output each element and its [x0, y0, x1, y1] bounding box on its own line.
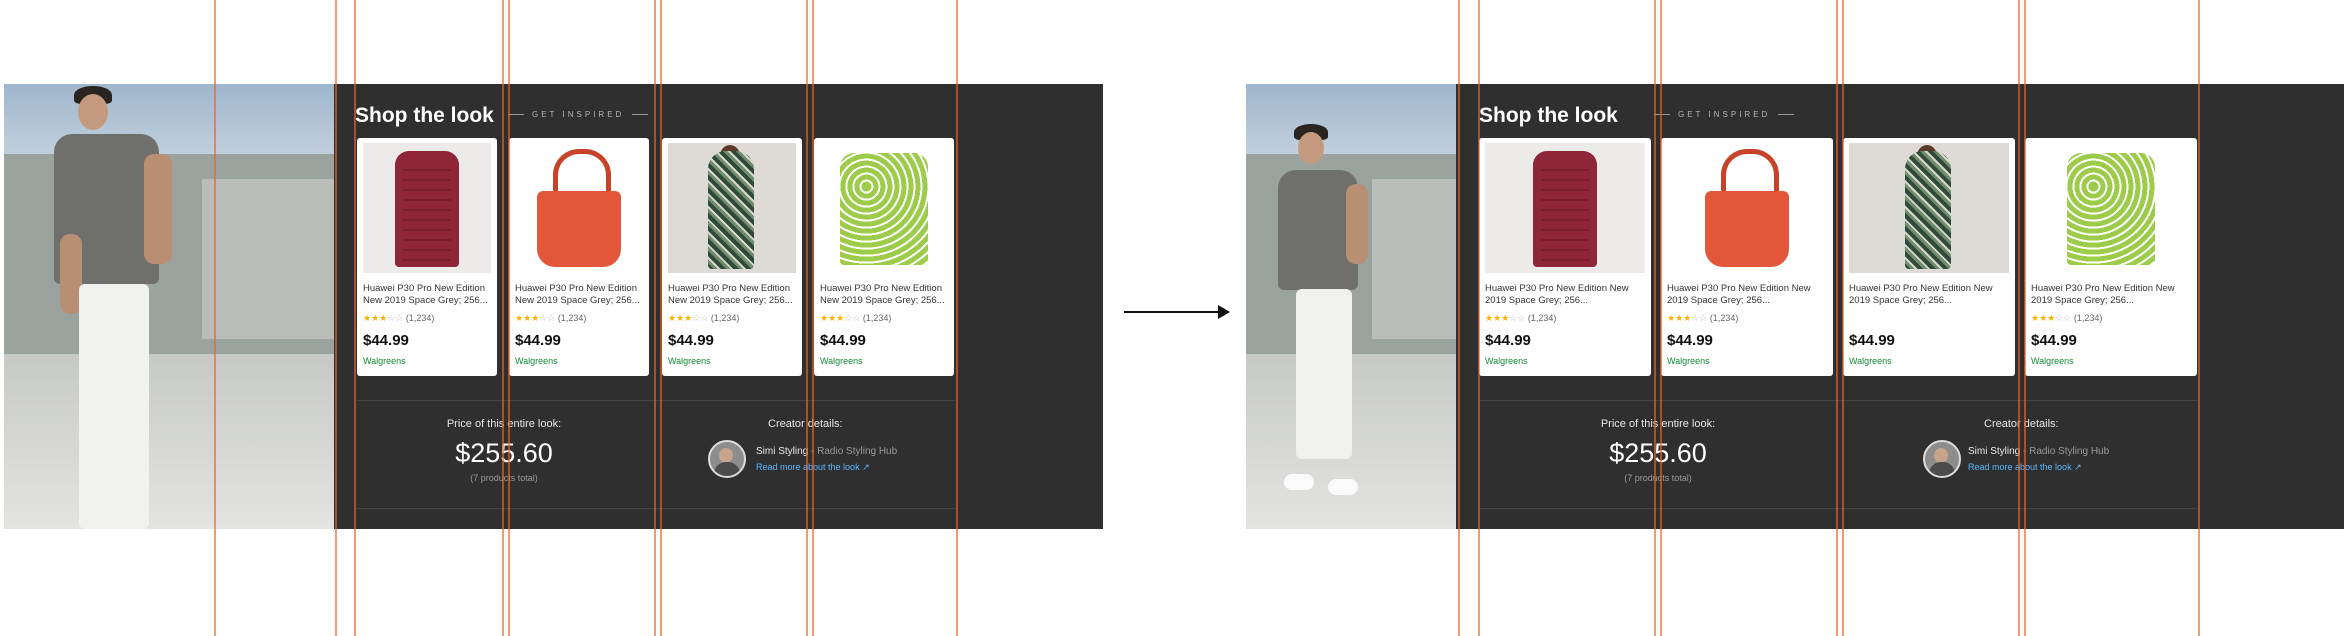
total-price: $255.60 — [1609, 438, 1707, 468]
total-price: $255.60 — [404, 438, 604, 469]
layout-guide-line — [214, 0, 216, 636]
product-card[interactable]: Huawei P30 Pro New Edition New 2019 Spac… — [814, 138, 954, 376]
section-title: Shop the look — [1479, 104, 1618, 127]
rating: ★★★☆☆ (1,234) — [668, 313, 740, 323]
rating: ★★★☆☆ (1,234) — [1485, 313, 1557, 323]
product-card[interactable]: Huawei P30 Pro New Edition New 2019 Spac… — [662, 138, 802, 376]
layout-guide-line — [2198, 0, 2200, 636]
tagline: GET INSPIRED — [1654, 110, 1802, 119]
rating: ★★★☆☆ (1,234) — [2031, 313, 2103, 323]
layout-guide-line — [654, 0, 656, 636]
product-image — [1849, 143, 2009, 273]
shop-the-look-panel-after: Shop the look GET INSPIRED Huawei P30 Pr… — [1246, 84, 2344, 529]
product-card[interactable]: Huawei P30 Pro New Edition New 2019 Spac… — [357, 138, 497, 376]
layout-guide-line — [1458, 0, 1460, 636]
product-card[interactable]: Huawei P30 Pro New Edition New 2019 Spac… — [509, 138, 649, 376]
product-price: $44.99 — [1849, 332, 1895, 349]
product-description: Huawei P30 Pro New Edition New 2019 Spac… — [1849, 283, 1993, 306]
layout-guide-line — [502, 0, 504, 636]
product-price: $44.99 — [1667, 332, 1713, 349]
store-link[interactable]: Walgreens — [2031, 356, 2074, 366]
product-price: $44.99 — [1485, 332, 1531, 349]
product-card[interactable]: Huawei P30 Pro New Edition New 2019 Spac… — [1661, 138, 1833, 376]
product-price: $44.99 — [515, 332, 561, 349]
arrow-icon — [1124, 311, 1220, 313]
external-link-icon: ↗ — [2074, 462, 2082, 472]
hero-photo — [4, 84, 334, 529]
store-link[interactable]: Walgreens — [1849, 356, 1892, 366]
creator-name: Simi Styling - Radio Styling Hub — [1968, 446, 2110, 457]
creator-name: Simi Styling - Radio Styling Hub — [756, 446, 898, 457]
store-link[interactable]: Walgreens — [1485, 356, 1528, 366]
store-link[interactable]: Walgreens — [1667, 356, 1710, 366]
product-card[interactable]: Huawei P30 Pro New Edition New 2019 Spac… — [1479, 138, 1651, 376]
product-image — [1485, 143, 1645, 273]
layout-guide-line — [1660, 0, 1662, 636]
layout-guide-line — [1478, 0, 1480, 636]
product-description: Huawei P30 Pro New Edition New 2019 Spac… — [1485, 283, 1629, 306]
store-link[interactable]: Walgreens — [668, 356, 711, 366]
product-price: $44.99 — [668, 332, 714, 349]
product-count-note: (7 products total) — [1624, 473, 1692, 483]
product-description: Huawei P30 Pro New Edition New 2019 Spac… — [1667, 283, 1811, 306]
product-price: $44.99 — [820, 332, 866, 349]
product-image — [820, 143, 948, 273]
layout-guide-line — [335, 0, 337, 636]
product-price: $44.99 — [363, 332, 409, 349]
layout-guide-line — [660, 0, 662, 636]
product-description: Huawei P30 Pro New Edition New 2019 Spac… — [363, 283, 488, 306]
layout-guide-line — [1842, 0, 1844, 636]
product-count-note: (7 products total) — [470, 473, 538, 483]
rating: ★★★☆☆ (1,234) — [363, 313, 435, 323]
store-link[interactable]: Walgreens — [820, 356, 863, 366]
rating: ★★★☆☆ (1,234) — [820, 313, 892, 323]
layout-guide-line — [2018, 0, 2020, 636]
creator-avatar — [708, 440, 746, 478]
shop-the-look-panel-before: Shop the look GET INSPIRED Huawei P30 Pr… — [4, 84, 1103, 529]
rating: ★★★☆☆ (1,234) — [1667, 313, 1739, 323]
store-link[interactable]: Walgreens — [515, 356, 558, 366]
divider — [357, 400, 955, 401]
price-title: Price of this entire look: — [446, 418, 562, 430]
arrow-head-icon — [1218, 305, 1230, 319]
product-image — [363, 143, 491, 273]
product-card[interactable]: Huawei P30 Pro New Edition New 2019 Spac… — [1843, 138, 2015, 376]
product-description: Huawei P30 Pro New Edition New 2019 Spac… — [820, 283, 945, 306]
divider — [357, 508, 955, 509]
layout-guide-line — [806, 0, 808, 636]
product-card[interactable]: Huawei P30 Pro New Edition New 2019 Spac… — [2025, 138, 2197, 376]
divider — [1479, 508, 2197, 509]
layout-guide-line — [956, 0, 958, 636]
divider — [1479, 400, 2197, 401]
layout-guide-line — [2024, 0, 2026, 636]
layout-guide-line — [1836, 0, 1838, 636]
creator-title: Creator details: — [1984, 418, 2059, 430]
layout-guide-line — [812, 0, 814, 636]
layout-guide-line — [508, 0, 510, 636]
store-link[interactable]: Walgreens — [363, 356, 406, 366]
product-image — [2031, 143, 2191, 273]
external-link-icon: ↗ — [862, 462, 870, 472]
product-image — [668, 143, 796, 273]
rating: ★★★☆☆ (1,234) — [515, 313, 587, 323]
section-title: Shop the look — [355, 104, 494, 127]
creator-avatar — [1923, 440, 1961, 478]
hero-photo — [1246, 84, 1456, 529]
product-image — [515, 143, 643, 273]
tagline: GET INSPIRED — [508, 110, 656, 119]
product-description: Huawei P30 Pro New Edition New 2019 Spac… — [515, 283, 640, 306]
product-price: $44.99 — [2031, 332, 2077, 349]
price-title: Price of this entire look: — [1600, 418, 1716, 430]
product-description: Huawei P30 Pro New Edition New 2019 Spac… — [2031, 283, 2175, 306]
layout-guide-line — [1654, 0, 1656, 636]
layout-guide-line — [354, 0, 356, 636]
product-image — [1667, 143, 1827, 273]
product-description: Huawei P30 Pro New Edition New 2019 Spac… — [668, 283, 793, 306]
